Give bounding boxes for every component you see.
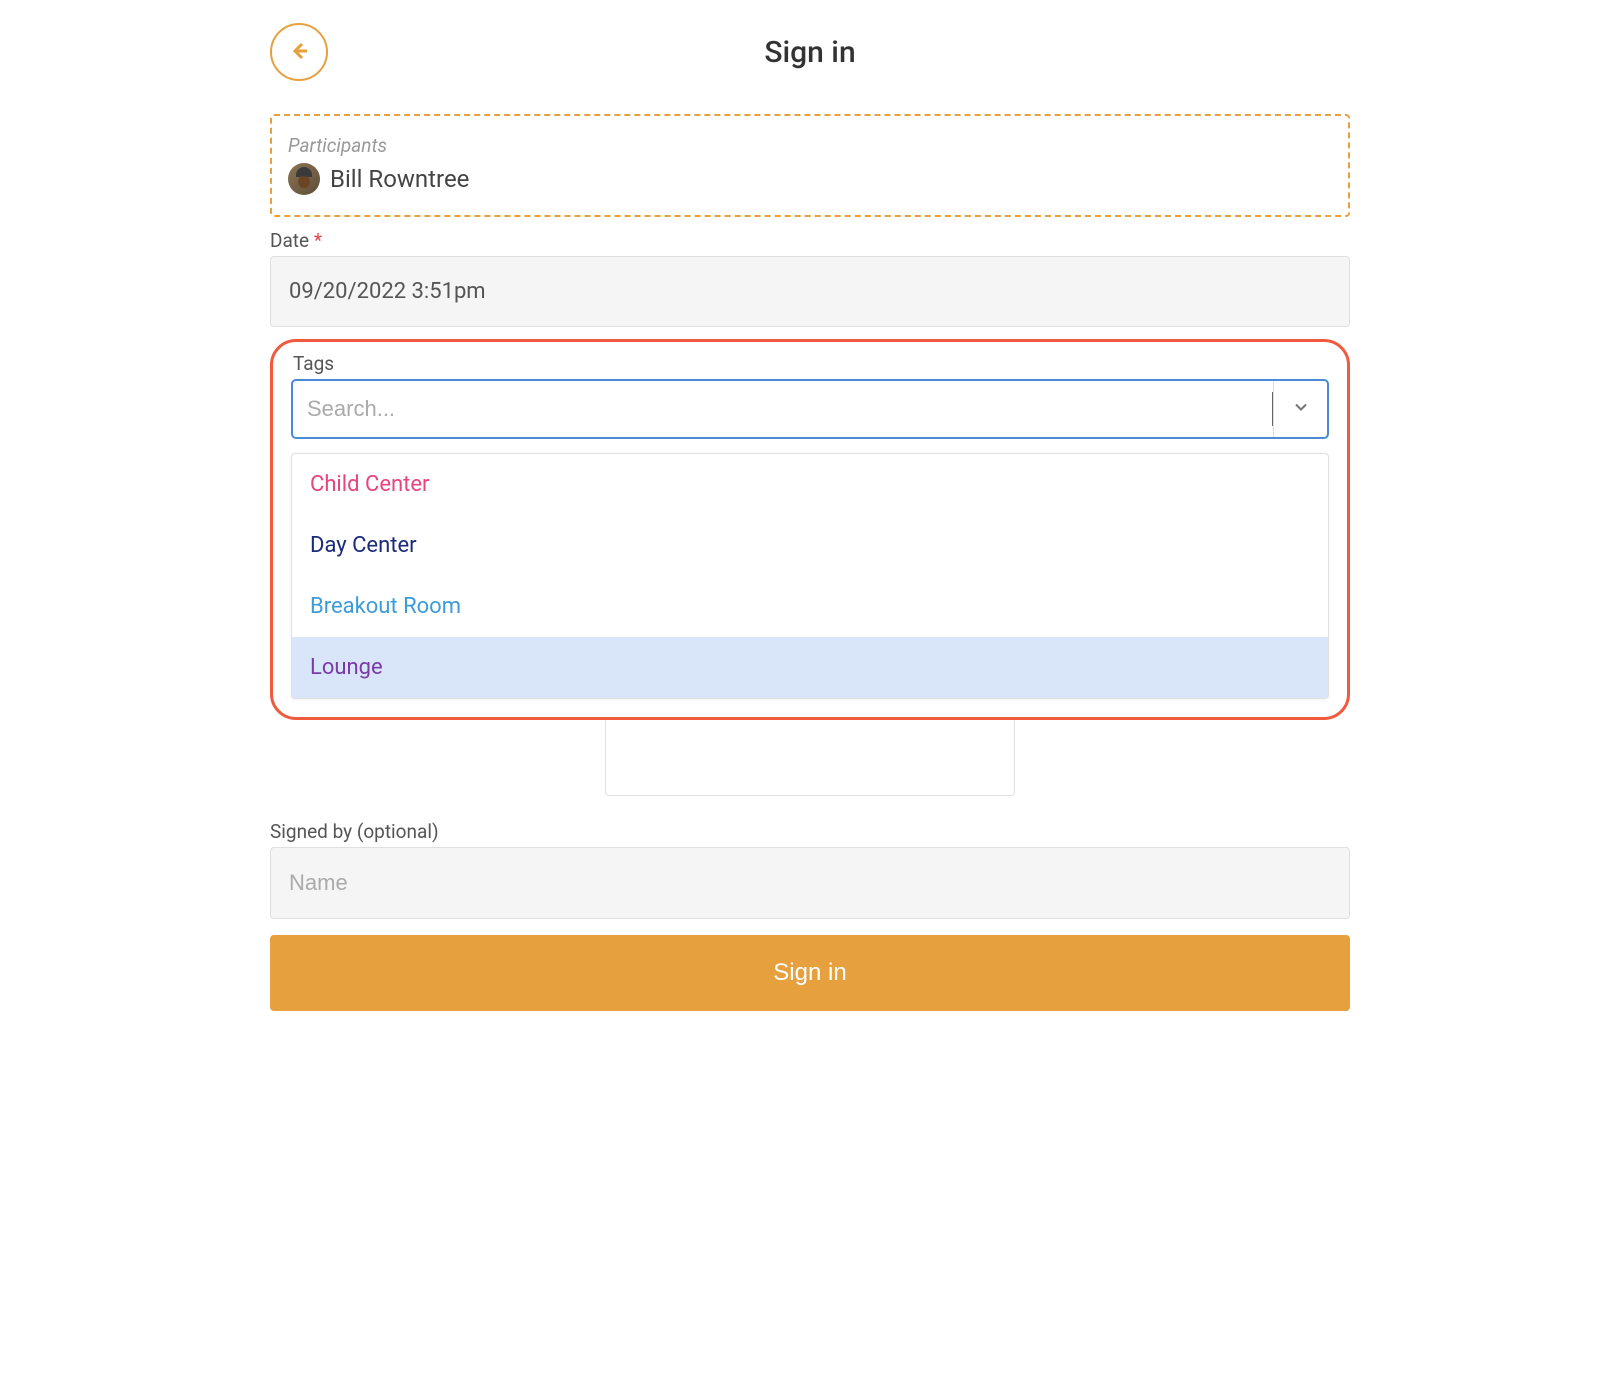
date-label: Date * [270,229,1350,252]
participants-box[interactable]: Participants Bill Rowntree [270,114,1350,217]
date-field[interactable]: 09/20/2022 3:51pm [270,256,1350,327]
back-button[interactable] [270,23,328,81]
participant-row: Bill Rowntree [288,163,1332,195]
chevron-down-icon [1291,397,1311,421]
signed-by-label: Signed by (optional) [270,820,1350,843]
required-indicator: * [314,229,322,252]
tags-option[interactable]: Breakout Room [292,576,1328,637]
tags-dropdown-toggle[interactable] [1273,381,1327,437]
tags-search-box[interactable] [291,379,1329,439]
signature-pad[interactable] [605,720,1015,796]
tags-option[interactable]: Day Center [292,515,1328,576]
tags-option[interactable]: Child Center [292,454,1328,515]
tags-search-input[interactable] [307,396,1274,422]
arrow-left-icon [287,39,311,66]
tags-section: Tags Child CenterDay CenterBreakout Room… [270,339,1350,720]
tags-label: Tags [293,352,1329,375]
avatar [288,163,320,195]
participant-name: Bill Rowntree [330,165,469,193]
page-title: Sign in [764,35,855,70]
tags-option[interactable]: Lounge [292,637,1328,698]
signed-by-input[interactable] [270,847,1350,919]
page-header: Sign in [270,20,1350,84]
tags-dropdown-menu: Child CenterDay CenterBreakout RoomLoung… [291,453,1329,699]
signin-button[interactable]: Sign in [270,935,1350,1011]
participants-label: Participants [288,134,1332,157]
